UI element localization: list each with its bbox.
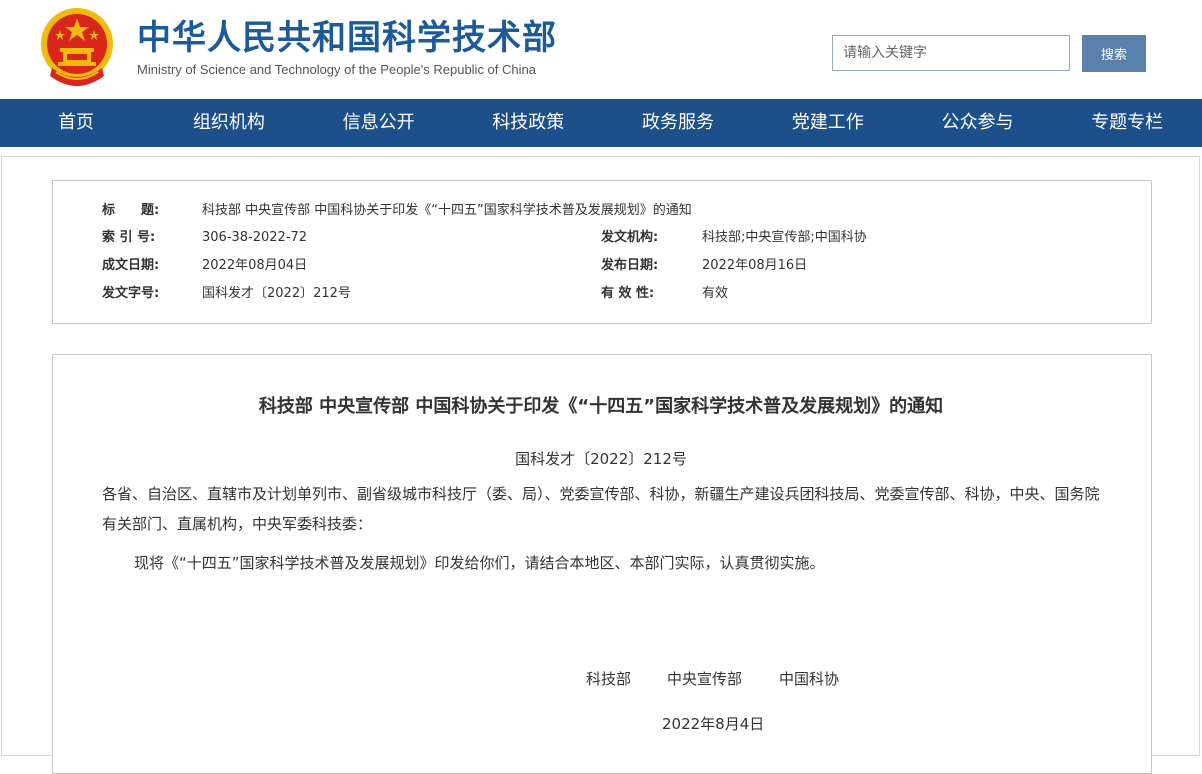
site-subtitle: Ministry of Science and Technology of th… [137,62,536,77]
document-number: 国科发才〔2022〕212号 [515,450,687,468]
meta-published-label: 发布日期: [601,258,659,273]
document-addressees: 各省、自治区、直辖市及计划单列市、副省级城市科技厅（委、局）、党委宣传部、科协，… [102,485,1100,533]
meta-title-value: 科技部 中央宣传部 中国科协关于印发《“十四五”国家科学技术普及发展规划》的通知 [202,203,692,218]
document-body-paragraph: 现将《“十四五”国家科学技术普及发展规划》印发给你们，请结合本地区、本部门实际，… [134,554,825,572]
signatory-publicity: 中央宣传部 [667,670,743,688]
meta-docno-value: 国科发才〔2022〕212号 [202,286,351,301]
signatory-cast: 中国科协 [779,670,840,688]
meta-created-value: 2022年08月04日 [202,258,308,273]
main-nav: 首页 组织机构 信息公开 科技政策 政务服务 党建工作 公众参与 专题专栏 [0,99,1202,147]
meta-title-label: 标 题: [102,203,160,218]
meta-issuer-value: 科技部;中央宣传部;中国科协 [702,230,867,245]
nav-item-organization[interactable]: 组织机构 [154,99,304,147]
site-title[interactable]: 中华人民共和国科学技术部 [137,18,557,58]
site-header: 中华人民共和国科学技术部 Ministry of Science and Tec… [0,0,1202,99]
signatory-most: 科技部 [586,670,632,688]
meta-row-index: 索 引 号: 306-38-2022-72 发文机构: 科技部;中央宣传部;中国… [53,228,1151,248]
national-emblem-icon[interactable] [38,6,116,92]
meta-published-value: 2022年08月16日 [702,258,808,273]
document-metadata: 标 题: 科技部 中央宣传部 中国科协关于印发《“十四五”国家科学技术普及发展规… [52,180,1152,324]
nav-item-home[interactable]: 首页 [0,99,154,147]
nav-item-services[interactable]: 政务服务 [603,99,753,147]
nav-item-information[interactable]: 信息公开 [304,99,454,147]
meta-index-value: 306-38-2022-72 [202,230,308,245]
nav-item-topics[interactable]: 专题专栏 [1052,99,1202,147]
meta-validity-label: 有 效 性: [601,286,655,301]
meta-created-label: 成文日期: [102,258,160,273]
meta-docno-label: 发文字号: [102,286,160,301]
search-button[interactable]: 搜索 [1082,35,1146,72]
meta-issuer-label: 发文机构: [601,230,659,245]
nav-item-party[interactable]: 党建工作 [753,99,903,147]
document-title: 科技部 中央宣传部 中国科协关于印发《“十四五”国家科学技术普及发展规划》的通知 [258,396,944,417]
nav-item-policy[interactable]: 科技政策 [453,99,603,147]
meta-row-docno: 发文字号: 国科发才〔2022〕212号 有 效 性: 有效 [53,284,1151,304]
document-date: 2022年8月4日 [662,715,765,733]
meta-row-dates: 成文日期: 2022年08月04日 发布日期: 2022年08月16日 [53,256,1151,276]
nav-item-public[interactable]: 公众参与 [903,99,1053,147]
meta-index-label: 索 引 号: [102,230,156,245]
meta-row-title: 标 题: 科技部 中央宣传部 中国科协关于印发《“十四五”国家科学技术普及发展规… [53,201,1151,221]
search-input[interactable] [832,35,1070,71]
meta-validity-value: 有效 [702,286,729,301]
